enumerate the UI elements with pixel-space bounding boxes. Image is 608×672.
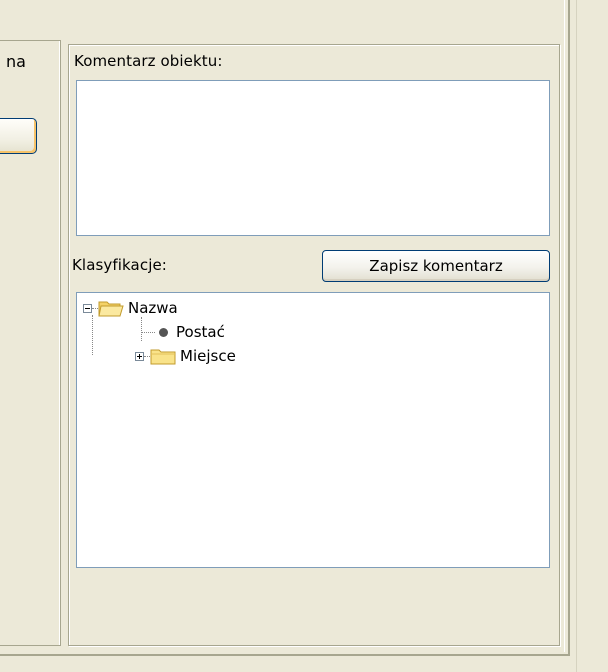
bottom-edge [0, 656, 576, 672]
tree-node-label: Postać [176, 323, 225, 341]
tree-node-miejsce[interactable]: Miejsce [135, 345, 236, 367]
folder-icon [150, 349, 176, 365]
left-panel-label: na [6, 52, 26, 71]
tree-node-postac[interactable]: Postać [141, 321, 225, 343]
bullet-icon [159, 327, 168, 337]
collapse-icon[interactable] [83, 303, 92, 313]
comment-textarea[interactable] [76, 80, 550, 236]
save-comment-button[interactable]: Zapisz komentarz [322, 250, 550, 282]
window-edge [576, 0, 608, 672]
tree-connector [92, 315, 93, 355]
left-panel-button[interactable] [0, 118, 37, 154]
folder-open-icon [98, 301, 124, 317]
expand-icon[interactable] [135, 351, 144, 361]
tree-node-nazwa[interactable]: Nazwa [83, 297, 178, 319]
classification-tree[interactable]: Nazwa Postać Miejsce [76, 292, 550, 568]
tree-node-label: Miejsce [180, 347, 236, 365]
comment-label: Komentarz obiektu: [74, 52, 223, 70]
classifications-label: Klasyfikacje: [72, 256, 167, 274]
tree-node-label: Nazwa [128, 299, 178, 317]
